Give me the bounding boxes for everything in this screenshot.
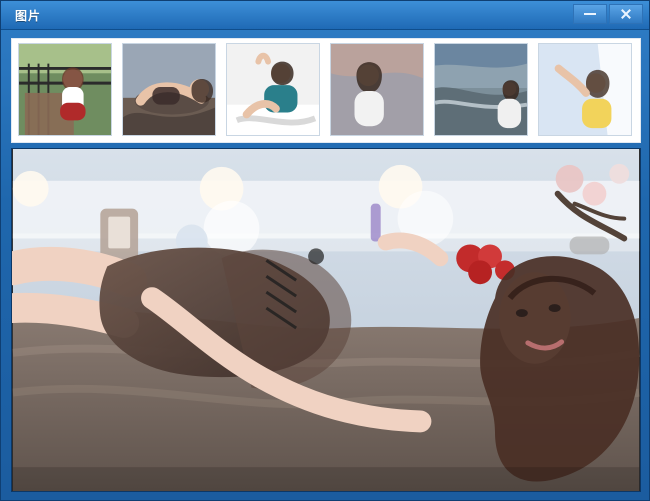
thumbnail-5[interactable] <box>434 43 528 136</box>
image-viewer-window: 图片 <box>0 0 650 501</box>
close-icon <box>620 8 632 20</box>
main-photo <box>12 149 640 491</box>
thumbnail-2[interactable] <box>122 43 216 136</box>
thumbnail-6[interactable] <box>538 43 632 136</box>
minimize-icon <box>584 13 596 15</box>
photo-thumbnail-4 <box>331 44 423 135</box>
photo-thumbnail-3 <box>227 44 319 135</box>
thumbnail-3[interactable] <box>226 43 320 136</box>
thumbnail-1[interactable] <box>18 43 112 136</box>
titlebar[interactable]: 图片 <box>1 1 649 30</box>
photo-thumbnail-2 <box>123 44 215 135</box>
window-controls <box>573 4 643 24</box>
photo-thumbnail-6 <box>539 44 631 135</box>
image-viewer[interactable] <box>11 148 641 492</box>
window-title: 图片 <box>15 9 42 23</box>
thumbnail-4[interactable] <box>330 43 424 136</box>
photo-thumbnail-1 <box>19 44 111 135</box>
thumbnail-strip <box>11 38 641 143</box>
photo-thumbnail-5 <box>435 44 527 135</box>
minimize-button[interactable] <box>573 4 607 24</box>
close-button[interactable] <box>609 4 643 24</box>
